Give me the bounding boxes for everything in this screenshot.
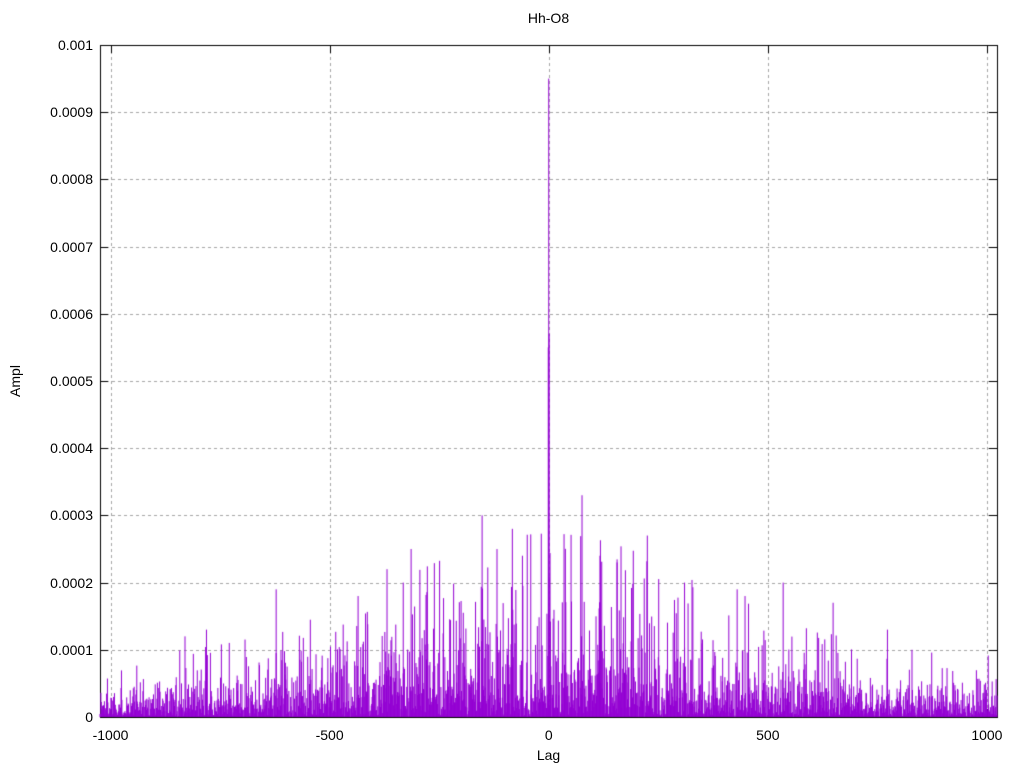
y-tick-label: 0.0001	[50, 641, 93, 658]
y-tick-label: 0.0006	[50, 305, 93, 322]
y-tick-label: 0	[85, 709, 93, 725]
x-tick-label: 0	[544, 727, 553, 743]
y-tick-label: 0.0008	[50, 171, 93, 188]
y-tick-label: 0.0005	[50, 373, 93, 389]
y-tick-label: 0.0004	[50, 440, 93, 457]
x-tick-label: 1000	[971, 727, 1003, 743]
y-tick-label: 0.001	[57, 37, 93, 53]
y-tick-label: 0.0003	[50, 507, 93, 524]
chart-title: Hh-O8	[527, 10, 570, 26]
y-tick-label: 0.0009	[50, 104, 93, 121]
correlation-plot-canvas	[0, 0, 1024, 768]
y-tick-label: 0.0007	[50, 238, 93, 255]
x-tick-label: -500	[315, 727, 344, 743]
y-tick-label: 0.0002	[50, 574, 93, 591]
x-tick-label: -1000	[92, 727, 129, 743]
x-tick-label: 500	[756, 727, 780, 743]
x-axis-title: Lag	[536, 747, 561, 763]
correlation-plot-window: Hh-O8 Ampl Lag 0 0.0001 0.0002 0.0003 0.0004…	[0, 0, 1024, 768]
